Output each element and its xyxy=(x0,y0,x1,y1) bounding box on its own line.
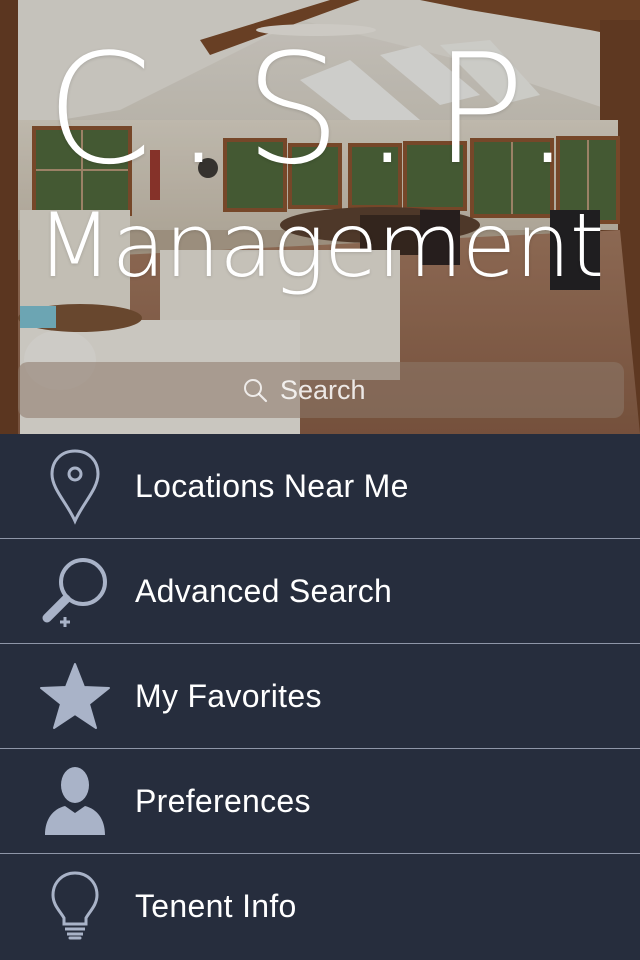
menu-label: Preferences xyxy=(135,782,311,819)
lightbulb-icon xyxy=(36,867,114,945)
menu-item-tenent-info[interactable]: Tenent Info xyxy=(0,854,640,958)
menu-item-advanced-search[interactable]: Advanced Search xyxy=(0,539,640,644)
map-pin-icon xyxy=(36,447,114,525)
menu-item-locations-near-me[interactable]: Locations Near Me xyxy=(0,434,640,539)
app-screen: C.S.P. Management Locations Near Me xyxy=(0,0,640,960)
main-menu: Locations Near Me Advanced Search My Fav… xyxy=(0,434,640,960)
menu-label: Advanced Search xyxy=(135,572,393,609)
menu-label: My Favorites xyxy=(135,677,322,714)
search-input[interactable] xyxy=(280,374,400,406)
hero-header: C.S.P. Management xyxy=(0,0,640,434)
magnifier-plus-icon xyxy=(36,552,114,630)
search-icon xyxy=(244,379,268,403)
person-icon xyxy=(36,762,114,840)
menu-item-preferences[interactable]: Preferences xyxy=(0,749,640,854)
menu-item-my-favorites[interactable]: My Favorites xyxy=(0,644,640,749)
menu-label: Locations Near Me xyxy=(135,467,409,504)
search-bar[interactable] xyxy=(18,362,624,418)
menu-label: Tenent Info xyxy=(135,887,297,924)
brand-initials: C.S.P. xyxy=(46,21,594,198)
brand-name: Management xyxy=(36,194,605,297)
star-icon xyxy=(36,657,114,735)
